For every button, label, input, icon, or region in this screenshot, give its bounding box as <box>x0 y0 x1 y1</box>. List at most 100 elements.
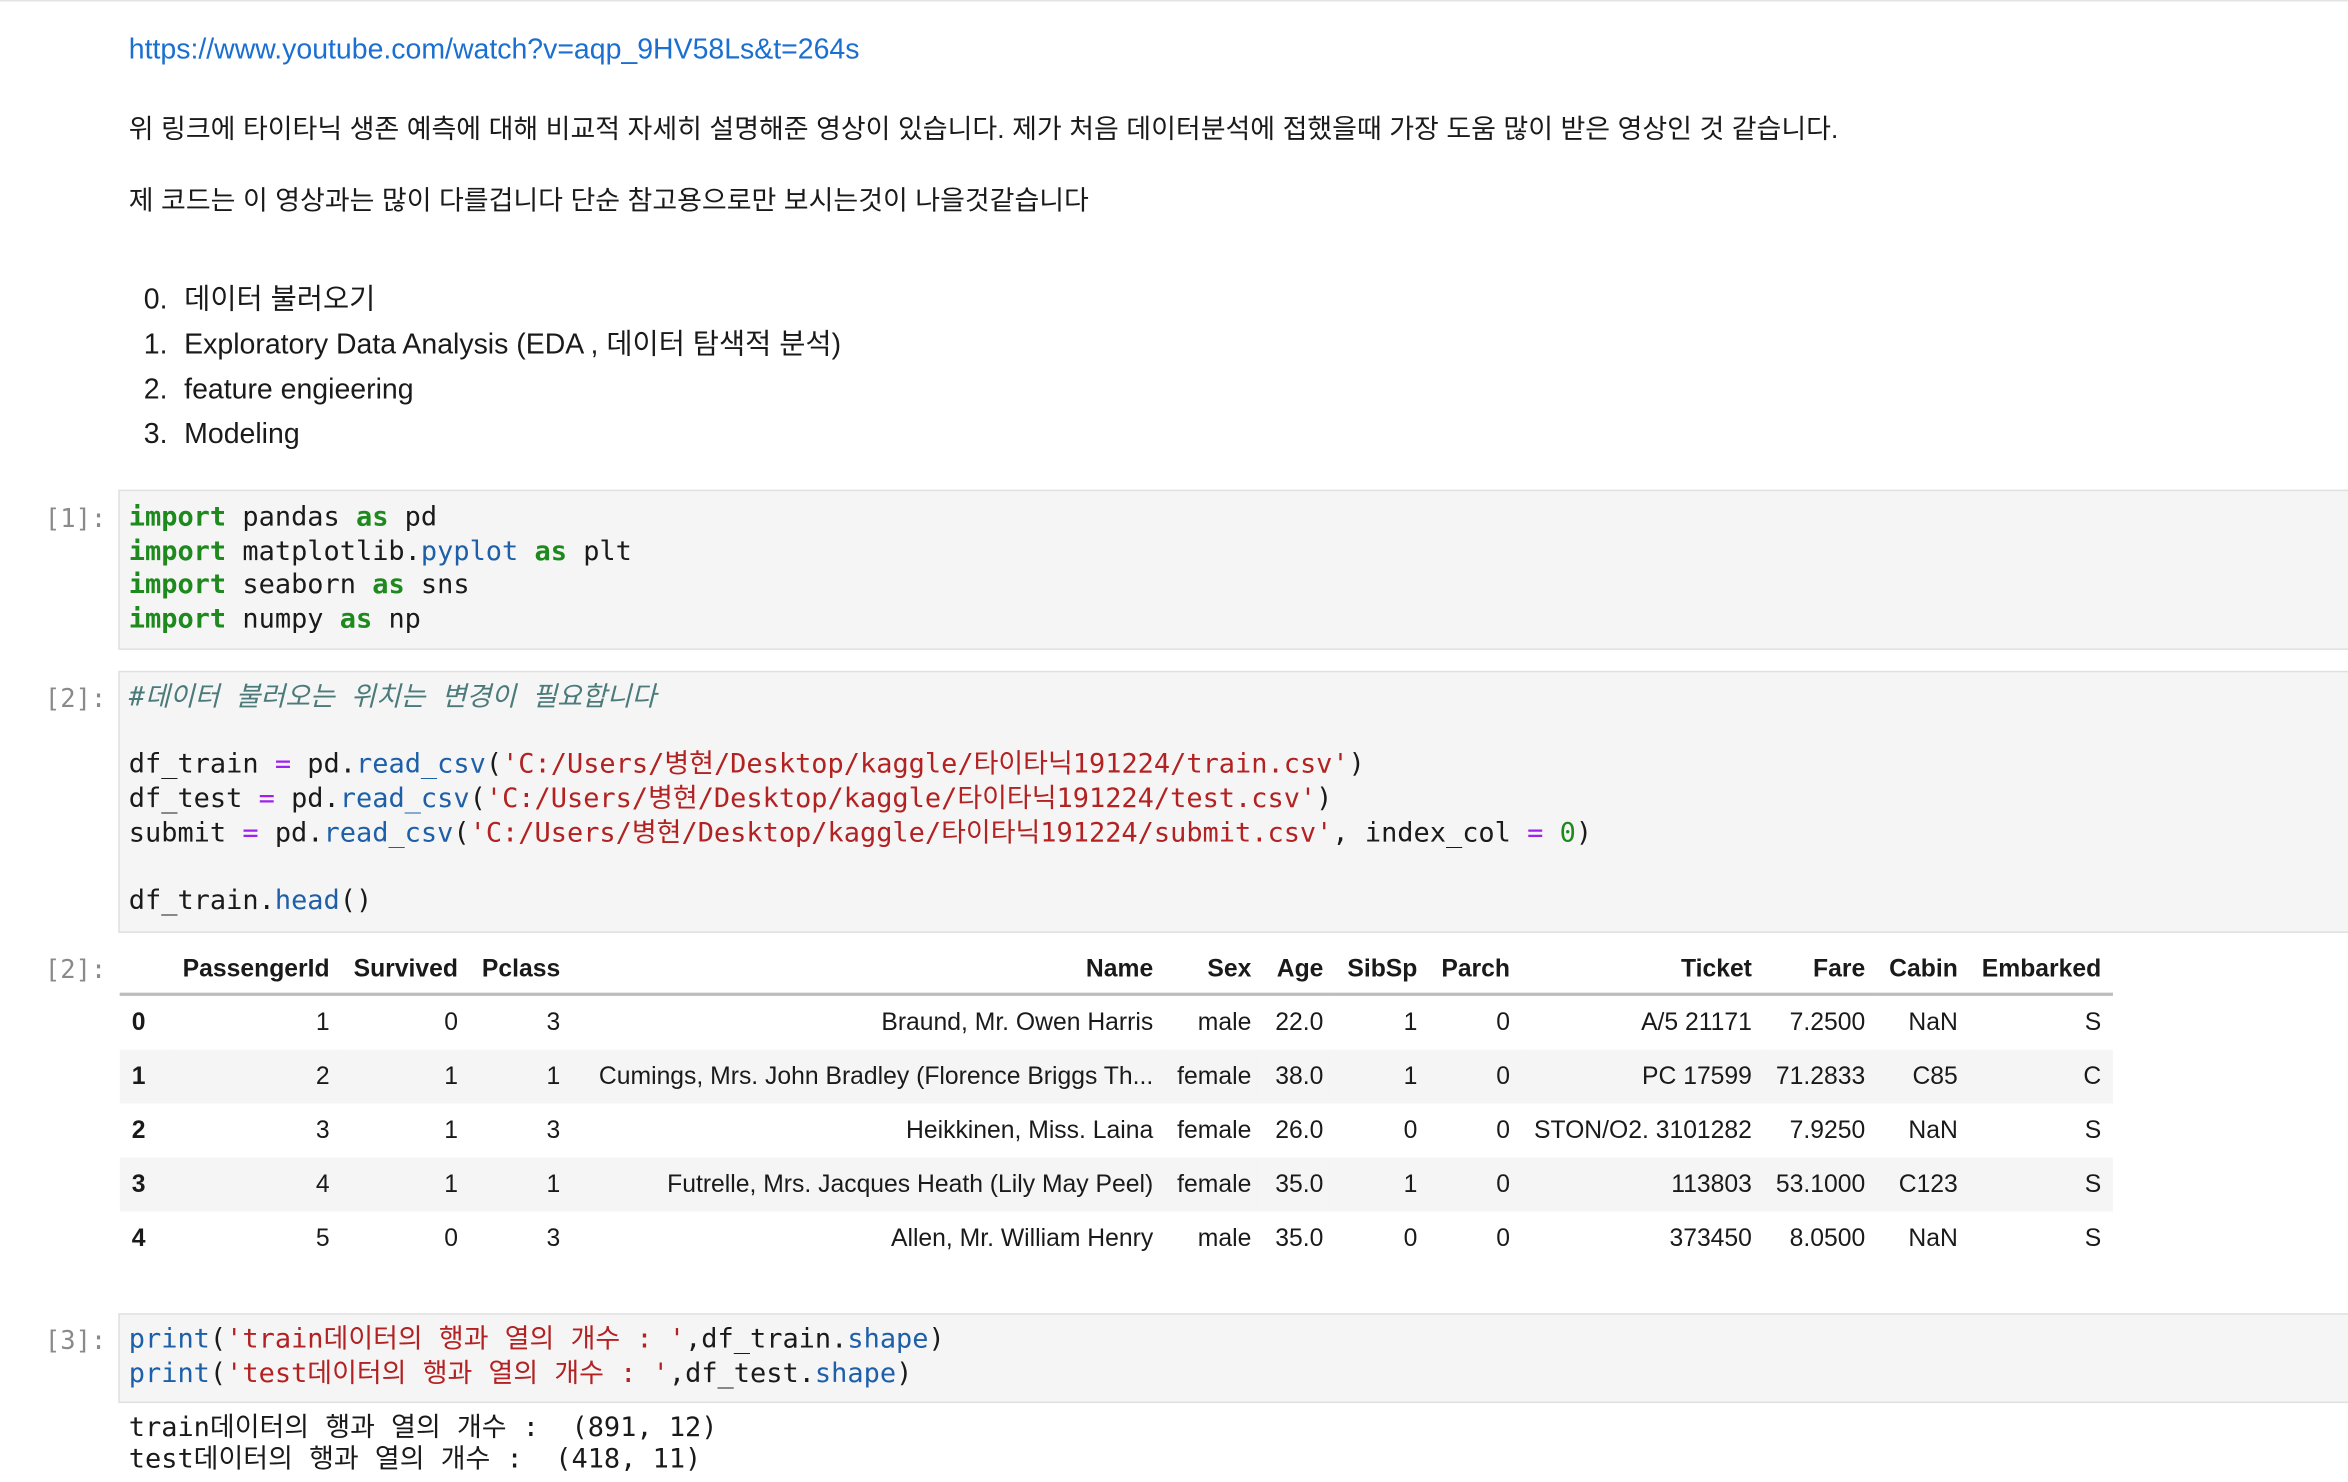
table-cell: 1 <box>1403 1062 1418 1090</box>
table-cell: 35.0 <box>1275 1224 1324 1252</box>
table-cell: 7.9250 <box>1789 1116 1866 1144</box>
table-cell: 1 <box>1403 1008 1418 1036</box>
table-cell: A/5 21171 <box>1641 1008 1752 1036</box>
list-item: 0. 데이터 불러오기 <box>143 284 376 316</box>
column-header: Age <box>1276 954 1324 982</box>
table-cell: 0 <box>444 1224 458 1252</box>
table-cell: 0 <box>1496 1116 1511 1144</box>
table-cell: female <box>1177 1170 1252 1198</box>
table-cell: 1 <box>546 1062 561 1090</box>
table-cell: male <box>1197 1224 1252 1252</box>
table-cell: 0 <box>1496 1062 1511 1090</box>
cell-3-prompt: [3]: <box>44 1326 107 1357</box>
row-index: 2 <box>131 1116 146 1144</box>
column-header: Sex <box>1207 954 1252 982</box>
table-cell: S <box>2084 1116 2102 1144</box>
table-cell: 0 <box>444 1008 458 1036</box>
table-cell: 3 <box>546 1224 561 1252</box>
row-index: 1 <box>131 1062 146 1090</box>
table-cell: 3 <box>546 1008 561 1036</box>
column-header: Parch <box>1441 954 1511 982</box>
top-border <box>0 0 2348 2</box>
cell-2-output-prompt: [2]: <box>44 955 107 986</box>
dataframe-table: PassengerId Survived Pclass Name Sex Age… <box>119 945 2114 1265</box>
table-cell: C85 <box>1912 1062 1958 1090</box>
table-cell: Heikkinen, Miss. Laina <box>906 1116 1154 1144</box>
table-cell: 1 <box>1403 1170 1418 1198</box>
table-cell: Futrelle, Mrs. Jacques Heath (Lily May P… <box>667 1170 1154 1198</box>
list-item: 1. Exploratory Data Analysis (EDA , 데이터 탐… <box>143 329 842 361</box>
youtube-link[interactable]: https://www.youtube.com/watch?v=aqp_9HV5… <box>129 34 860 67</box>
table-cell: 4 <box>315 1170 330 1198</box>
table-cell: Allen, Mr. William Henry <box>890 1224 1154 1252</box>
table-cell: female <box>1177 1062 1252 1090</box>
table-row: 3 4 1 1 Futrelle, Mrs. Jacques Heath (Li… <box>119 1157 2114 1212</box>
table-cell: 8.0500 <box>1789 1224 1866 1252</box>
table-cell: 26.0 <box>1275 1116 1324 1144</box>
column-header: Survived <box>353 954 458 982</box>
table-cell: NaN <box>1908 1224 1958 1252</box>
table-cell: 53.1000 <box>1775 1170 1866 1198</box>
code-cell-2-source[interactable]: #데이터 불러오는 위치는 변경이 필요합니다 df_train = pd.re… <box>129 681 1592 919</box>
column-header: Fare <box>1813 954 1866 982</box>
markdown-paragraph-2: 제 코드는 이 영상과는 많이 다를겁니다 단순 참고용으로만 보시는것이 나을… <box>128 185 1089 216</box>
list-item: 2. feature engieering <box>143 374 414 406</box>
table-cell: 38.0 <box>1275 1062 1324 1090</box>
notebook-canvas: https://www.youtube.com/watch?v=aqp_9HV5… <box>0 0 2348 1479</box>
table-cell: C <box>2083 1062 2102 1090</box>
table-cell: 0 <box>1403 1224 1418 1252</box>
markdown-paragraph-1: 위 링크에 타이타닉 생존 예측에 대해 비교적 자세히 설명해준 영상이 있습… <box>128 113 1839 144</box>
table-cell: male <box>1197 1008 1252 1036</box>
column-header: Pclass <box>481 954 561 982</box>
column-header: Ticket <box>1680 954 1752 982</box>
table-cell: S <box>2084 1170 2102 1198</box>
table-cell: NaN <box>1908 1116 1958 1144</box>
table-cell: 2 <box>315 1062 330 1090</box>
table-cell: S <box>2084 1008 2102 1036</box>
table-cell: PC 17599 <box>1642 1062 1752 1090</box>
table-cell: 1 <box>444 1062 458 1090</box>
table-cell: female <box>1177 1116 1252 1144</box>
output-line: test데이터의 행과 열의 개수 : (418, 11) <box>128 1443 702 1475</box>
outline-list: 0. 데이터 불러오기 1. Exploratory Data Analysis (… <box>144 283 841 463</box>
table-cell: 1 <box>444 1170 458 1198</box>
column-header: Name <box>1085 954 1154 982</box>
table-cell: 35.0 <box>1275 1170 1324 1198</box>
table-cell: 0 <box>1496 1008 1511 1036</box>
column-header: Cabin <box>1889 954 1958 982</box>
table-row: 2 3 1 3 Heikkinen, Miss. Laina female 26… <box>120 1104 2113 1158</box>
cell-3-output: train데이터의 행과 열의 개수 : (891, 12) test데이터의 … <box>129 1412 718 1475</box>
table-cell: 1 <box>315 1008 330 1036</box>
table-cell: 0 <box>1403 1116 1418 1144</box>
code-cell-3-source[interactable]: print('train데이터의 행과 열의 개수 : ',df_train.s… <box>129 1324 945 1392</box>
table-cell: 0 <box>1496 1224 1511 1252</box>
output-line: train데이터의 행과 열의 개수 : (891, 12) <box>128 1412 718 1444</box>
table-cell: 3 <box>315 1116 330 1144</box>
table-row: 4 5 0 3 Allen, Mr. William Henry male 35… <box>120 1211 2113 1265</box>
table-cell: 373450 <box>1669 1224 1752 1252</box>
table-cell: S <box>2084 1224 2102 1252</box>
table-cell: 71.2833 <box>1775 1062 1866 1090</box>
table-cell: Braund, Mr. Owen Harris <box>881 1008 1154 1036</box>
code-cell-1-source[interactable]: import pandas as pd import matplotlib.py… <box>129 502 632 638</box>
table-row: 1 2 1 1 Cumings, Mrs. John Bradley (Flor… <box>119 1049 2114 1104</box>
table-row: 0 1 0 3 Braund, Mr. Owen Harris male 22.… <box>120 994 2113 1049</box>
column-header <box>120 945 171 994</box>
list-item: 3. Modeling <box>143 419 300 451</box>
table-cell: 1 <box>546 1170 561 1198</box>
cell-2-prompt: [2]: <box>44 684 107 715</box>
table-cell: STON/O2. 3101282 <box>1533 1116 1752 1144</box>
table-cell: C123 <box>1898 1170 1958 1198</box>
table-cell: 5 <box>315 1224 330 1252</box>
table-cell: NaN <box>1908 1008 1958 1036</box>
table-cell: 0 <box>1496 1170 1511 1198</box>
row-index: 3 <box>131 1170 146 1198</box>
cell-1-prompt: [1]: <box>44 504 107 535</box>
table-cell: 113803 <box>1671 1170 1752 1198</box>
row-index: 4 <box>131 1224 146 1252</box>
table-cell: Cumings, Mrs. John Bradley (Florence Bri… <box>598 1062 1154 1090</box>
row-index: 0 <box>131 1008 146 1036</box>
table-cell: 3 <box>546 1116 561 1144</box>
table-cell: 7.2500 <box>1789 1008 1866 1036</box>
table-cell: 1 <box>444 1116 458 1144</box>
